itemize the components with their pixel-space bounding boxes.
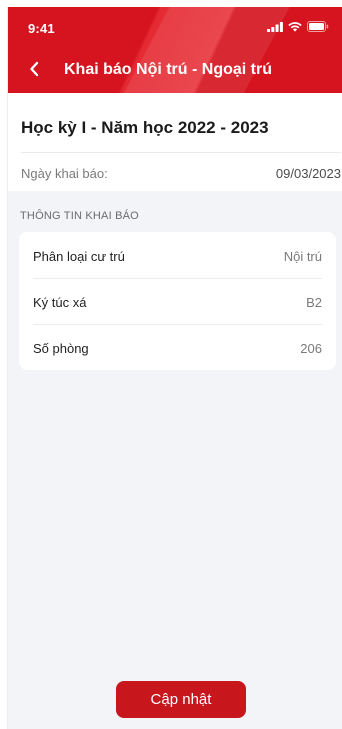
info-row-residence-type: Phân loại cư trú Nội trú bbox=[33, 233, 322, 279]
section-label: THÔNG TIN KHAI BÁO bbox=[20, 210, 139, 222]
navigation-bar: Khai báo Nội trú - Ngoại trú bbox=[8, 57, 342, 87]
info-row-label: Số phòng bbox=[33, 340, 89, 356]
page-title: Khai báo Nội trú - Ngoại trú bbox=[64, 61, 272, 78]
update-button[interactable]: Cập nhật bbox=[116, 681, 246, 718]
divider bbox=[21, 152, 341, 153]
declaration-date-value: 09/03/2023 bbox=[275, 166, 341, 181]
app-screen: 9:41 Khai báo Nội trú - Ngoại trú Học kỳ… bbox=[7, 7, 342, 729]
declaration-date-label: Ngày khai báo: bbox=[21, 166, 108, 181]
info-row-dormitory: Ký túc xá B2 bbox=[33, 279, 322, 325]
semester-title: Học kỳ I - Năm học 2022 - 2023 bbox=[21, 118, 269, 137]
battery-icon bbox=[307, 21, 329, 32]
semester-card: Học kỳ I - Năm học 2022 - 2023 Ngày khai… bbox=[8, 93, 342, 191]
app-header: 9:41 Khai báo Nội trú - Ngoại trú bbox=[8, 7, 342, 93]
info-row-label: Phân loại cư trú bbox=[33, 248, 125, 264]
info-row-value: Nội trú bbox=[283, 248, 322, 264]
signal-icon bbox=[267, 21, 283, 32]
info-row-value: B2 bbox=[306, 294, 322, 310]
wifi-icon bbox=[288, 21, 302, 32]
status-bar: 9:41 bbox=[8, 7, 342, 49]
info-row-value: 206 bbox=[300, 340, 322, 356]
declaration-info-card: Phân loại cư trú Nội trú Ký túc xá B2 Số… bbox=[19, 232, 336, 370]
info-row-room-number: Số phòng 206 bbox=[33, 325, 322, 371]
status-time: 9:41 bbox=[28, 21, 55, 36]
chevron-left-icon bbox=[29, 61, 39, 82]
status-icons bbox=[267, 21, 329, 32]
back-button[interactable] bbox=[22, 59, 46, 83]
info-row-label: Ký túc xá bbox=[33, 294, 87, 310]
